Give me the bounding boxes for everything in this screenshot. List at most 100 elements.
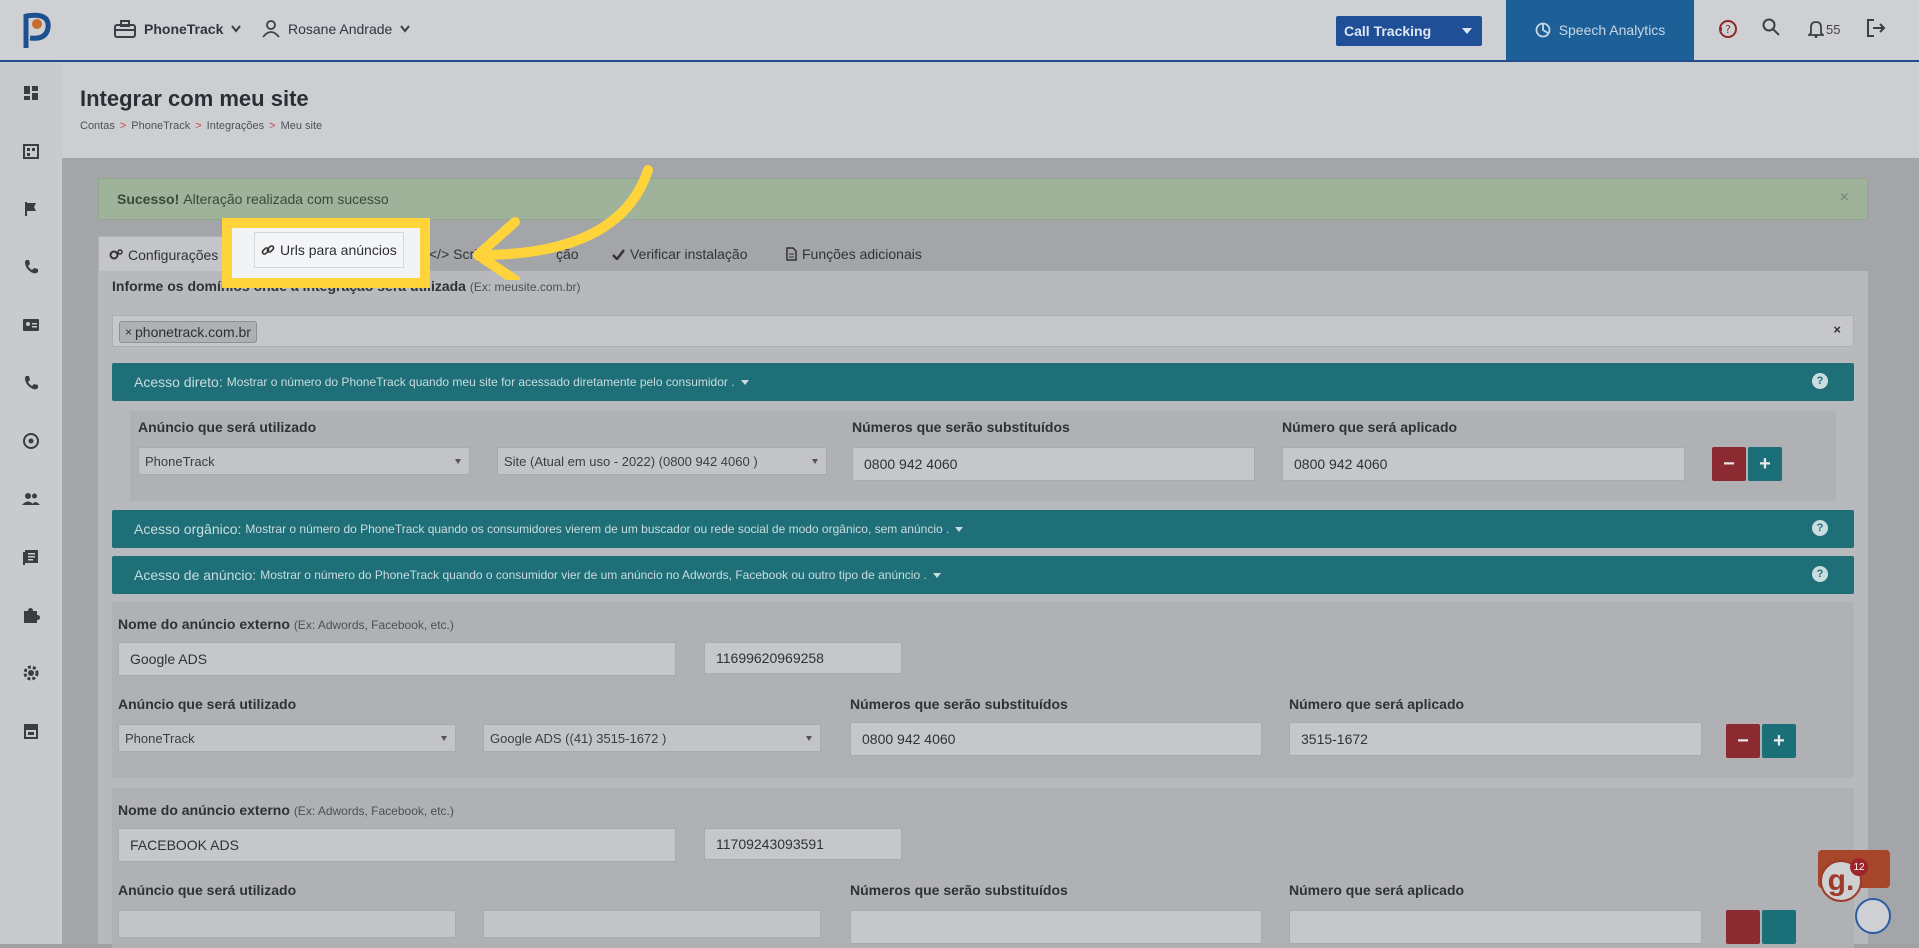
acesso-organico-header[interactable]: Acesso orgânico: Mostrar o número do Pho…: [112, 510, 1854, 548]
section-head: Acesso de anúncio:: [134, 567, 257, 583]
clear-icon[interactable]: ×: [1833, 322, 1841, 337]
speech-analytics-label: Speech Analytics: [1558, 22, 1666, 38]
tab-label: Funções adicionais: [802, 246, 922, 262]
campanha-select[interactable]: [483, 910, 821, 938]
acesso-anuncio-header[interactable]: Acesso de anúncio: Mostrar o número do P…: [112, 556, 1854, 594]
anuncio-label: Anúncio que será utilizado: [118, 882, 297, 898]
search-icon[interactable]: [1762, 18, 1780, 36]
speech-analytics-icon: [1535, 22, 1551, 38]
caret-down-icon: [932, 572, 941, 578]
help-icon[interactable]: ?: [1812, 520, 1828, 536]
anuncio-select[interactable]: PhoneTrack: [118, 724, 456, 752]
section-desc: Mostrar o número do PhoneTrack quando o …: [260, 568, 927, 582]
notification-count: 55: [1826, 22, 1841, 37]
tab-configuracoes[interactable]: Configurações: [98, 236, 242, 272]
puzzle-icon[interactable]: [22, 606, 40, 624]
anuncio-select[interactable]: PhoneTrack: [138, 447, 470, 475]
svg-text:?: ?: [1725, 23, 1731, 36]
breadcrumb-item-contas[interactable]: Contas: [80, 120, 115, 132]
subst-label: Números que serão substituídos: [850, 696, 1068, 712]
remove-button[interactable]: −: [1726, 724, 1760, 758]
add-button[interactable]: [1762, 910, 1796, 944]
domain-tag: × phonetrack.com.br: [119, 321, 257, 343]
caret-down-icon: [740, 379, 749, 385]
anuncio-item: Nome do anúncio externo (Ex: Adwords, Fa…: [112, 788, 1854, 948]
breadcrumb: Contas > PhoneTrack > Integrações > Meu …: [80, 120, 322, 132]
nome-anuncio-input[interactable]: FACEBOOK ADS: [118, 828, 676, 862]
site-select[interactable]: Site (Atual em uso - 2022) (0800 942 406…: [497, 447, 827, 475]
contact-card-icon[interactable]: [22, 316, 40, 334]
page-header: Integrar com meu site Contas > PhoneTrac…: [62, 62, 1919, 158]
store-icon[interactable]: [22, 722, 40, 740]
speech-analytics-button[interactable]: Speech Analytics: [1506, 0, 1694, 60]
caret-down-icon: [1462, 28, 1472, 34]
call-tracking-select[interactable]: Call Tracking: [1336, 16, 1482, 46]
aplicado-label: Número que será aplicado: [1282, 419, 1458, 435]
aplicado-input[interactable]: 0800 942 4060: [1282, 447, 1685, 481]
campanha-select[interactable]: Google ADS ((41) 3515-1672 ): [483, 724, 821, 752]
building-icon[interactable]: [22, 142, 40, 160]
document-icon: [786, 247, 797, 261]
dashboard-icon[interactable]: [22, 84, 40, 102]
subst-input[interactable]: 0800 942 4060: [850, 722, 1262, 756]
nome-anuncio-hint: (Ex: Adwords, Facebook, etc.): [293, 618, 454, 632]
phone-call-icon[interactable]: [22, 374, 40, 392]
phonetrack-widget-button[interactable]: [1855, 898, 1891, 934]
headset-icon[interactable]: [22, 432, 40, 450]
help-icon[interactable]: ?: [1812, 566, 1828, 582]
anuncio-item: Nome do anúncio externo (Ex: Adwords, Fa…: [112, 602, 1854, 778]
gear-icon[interactable]: [22, 664, 40, 682]
remove-button[interactable]: [1726, 910, 1760, 944]
breadcrumb-item-phonetrack[interactable]: PhoneTrack: [131, 120, 190, 132]
breadcrumb-item-meu-site: Meu site: [280, 120, 323, 132]
anuncio-select[interactable]: [118, 910, 456, 938]
chevron-down-icon: [400, 25, 411, 33]
g-widget-count: 12: [1850, 858, 1868, 876]
user-label: Rosane Andrade: [288, 21, 393, 37]
tab-urls-anuncios[interactable]: Urls para anúncios: [254, 232, 404, 268]
domains-hint: (Ex: meusite.com.br): [469, 280, 581, 294]
logout-icon[interactable]: [1866, 19, 1886, 37]
section-head: Acesso direto:: [134, 374, 223, 390]
users-icon[interactable]: [22, 490, 40, 508]
nome-anuncio-label: Nome do anúncio externo (Ex: Adwords, Fa…: [118, 802, 454, 818]
acesso-direto-body: Anúncio que será utilizado PhoneTrack Si…: [130, 411, 1836, 501]
phonetrack-logo[interactable]: [20, 10, 54, 50]
flag-icon[interactable]: [22, 200, 40, 218]
acesso-direto-header[interactable]: Acesso direto: Mostrar o número do Phone…: [112, 363, 1854, 401]
section-desc: Mostrar o número do PhoneTrack quando os…: [245, 522, 950, 536]
help-icon[interactable]: ?: [1812, 373, 1828, 389]
subst-input[interactable]: [850, 910, 1262, 944]
anuncio-id-input[interactable]: 11699620969258: [704, 642, 902, 674]
nome-anuncio-label: Nome do anúncio externo (Ex: Adwords, Fa…: [118, 616, 454, 632]
subst-label: Números que serão substituídos: [852, 419, 1070, 435]
caret-down-icon: [955, 526, 964, 532]
tab-funcoes-adicionais[interactable]: Funções adicionais: [786, 236, 922, 272]
aplicado-input[interactable]: [1289, 910, 1702, 944]
reports-icon[interactable]: [22, 548, 40, 566]
aplicado-input[interactable]: 3515-1672: [1289, 722, 1702, 756]
add-button[interactable]: +: [1762, 724, 1796, 758]
close-icon[interactable]: ×: [1840, 189, 1849, 207]
add-button[interactable]: +: [1748, 447, 1782, 481]
sidebar: [0, 62, 63, 944]
tutorial-arrow: [473, 165, 653, 280]
help-bubble-icon[interactable]: ?: [1716, 18, 1738, 40]
breadcrumb-item-integracoes[interactable]: Integrações: [207, 120, 264, 132]
aplicado-label: Número que será aplicado: [1289, 882, 1465, 898]
config-panel: Informe os domínios onde a integração se…: [98, 271, 1868, 948]
subst-input[interactable]: 0800 942 4060: [852, 447, 1255, 481]
bell-icon[interactable]: [1808, 20, 1824, 38]
user-menu[interactable]: Rosane Andrade: [262, 20, 411, 38]
call-tracking-label: Call Tracking: [1344, 23, 1432, 39]
anuncio-id-input[interactable]: 11709243093591: [704, 828, 902, 860]
top-bar: PhoneTrack Rosane Andrade Call Tracking …: [0, 0, 1919, 62]
phone-icon[interactable]: [22, 258, 40, 276]
remove-button[interactable]: −: [1712, 447, 1746, 481]
domains-input[interactable]: × phonetrack.com.br ×: [112, 315, 1854, 347]
product-menu[interactable]: PhoneTrack: [114, 20, 242, 38]
anuncio-label: Anúncio que será utilizado: [138, 419, 317, 435]
breadcrumb-separator: >: [119, 120, 127, 132]
tag-remove-icon[interactable]: ×: [125, 325, 132, 339]
nome-anuncio-input[interactable]: Google ADS: [118, 642, 676, 676]
